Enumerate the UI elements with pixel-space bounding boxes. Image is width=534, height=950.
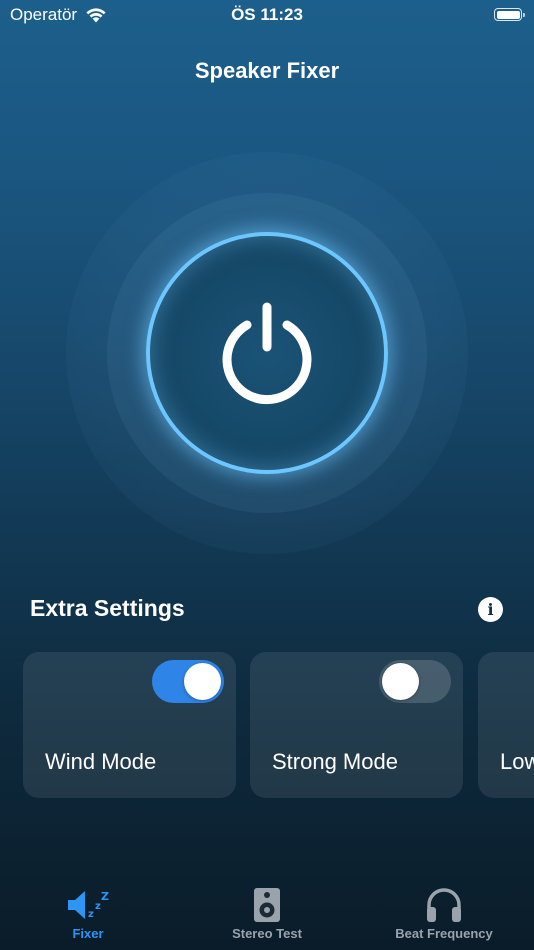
tab-beat-frequency[interactable]: Beat Frequency (384, 886, 504, 941)
power-icon (222, 302, 312, 405)
card-low-mode[interactable]: Low (478, 652, 534, 798)
svg-text:z: z (88, 909, 94, 920)
tab-bar: z z Z Fixer Stereo Test Beat Frequency (0, 880, 534, 950)
toggle-knob (184, 663, 221, 700)
power-button[interactable] (146, 232, 388, 474)
tab-fixer[interactable]: z z Z Fixer (48, 886, 128, 941)
tab-label: Stereo Test (232, 926, 302, 941)
card-label: Low (500, 749, 534, 774)
status-bar: Operatör ÖS 11:23 (0, 0, 534, 30)
tab-label: Fixer (72, 926, 104, 941)
info-icon[interactable]: i (478, 597, 503, 622)
speaker-sleep-icon: z z Z (68, 890, 109, 920)
card-label: Wind Mode (45, 749, 157, 774)
card-wind-mode[interactable]: Wind Mode (23, 652, 236, 798)
speaker-box-icon (254, 888, 280, 922)
headphones-icon (427, 888, 461, 922)
battery-level (496, 10, 520, 19)
settings-cards: Wind Mode Strong Mode Low (0, 652, 534, 798)
wind-mode-toggle[interactable] (152, 660, 224, 703)
card-label: Strong Mode (272, 749, 398, 774)
card-strong-mode[interactable]: Strong Mode (250, 652, 463, 798)
extra-settings-title: Extra Settings (30, 595, 185, 621)
page-title: Speaker Fixer (194, 58, 340, 83)
status-time: ÖS 11:23 (231, 5, 303, 24)
toggle-knob (382, 663, 419, 700)
tab-stereo-test[interactable]: Stereo Test (220, 886, 314, 941)
battery-icon (494, 8, 525, 21)
strong-mode-toggle[interactable] (379, 660, 451, 703)
tab-label: Beat Frequency (395, 926, 493, 941)
svg-text:Z: Z (101, 890, 109, 903)
